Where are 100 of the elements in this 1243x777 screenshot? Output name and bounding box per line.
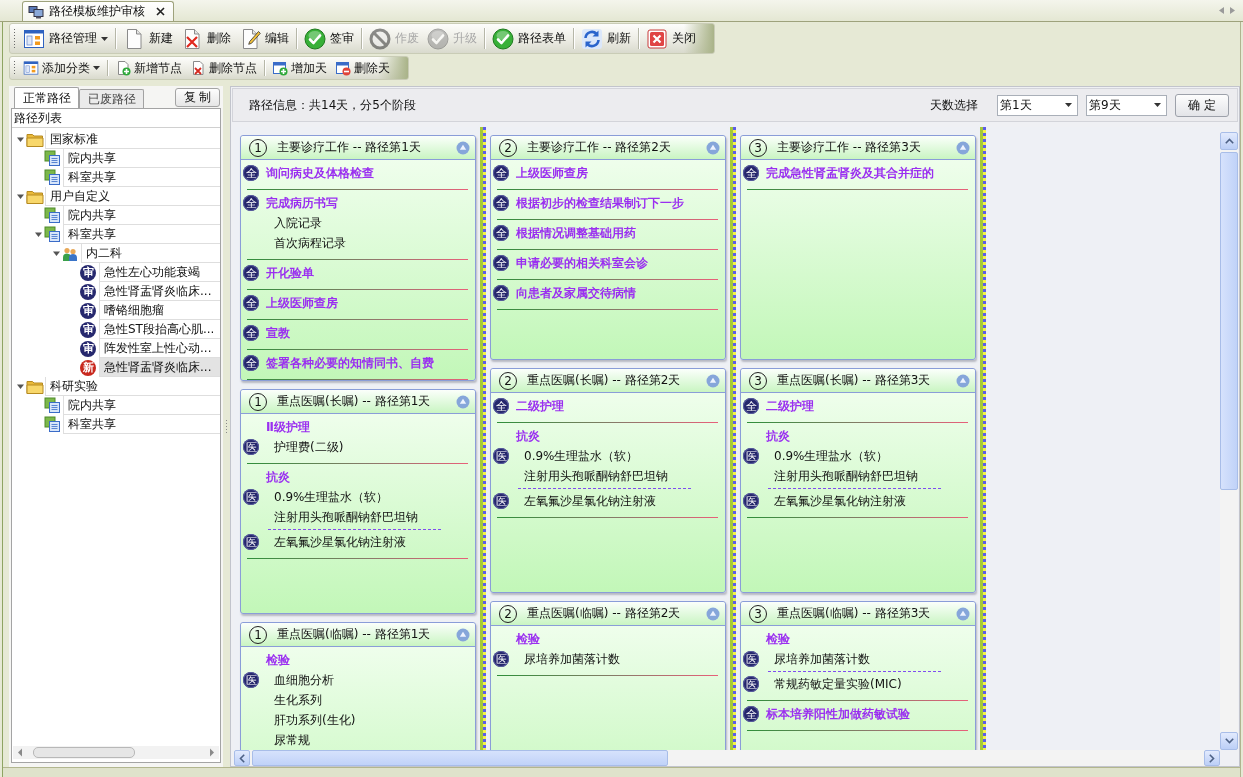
- path-summary: 路径信息：共14天，分5个阶段: [249, 96, 416, 114]
- copy-button[interactable]: 复 制: [175, 88, 220, 107]
- toolbar-button[interactable]: 删除节点: [186, 57, 261, 79]
- order-item: 左氧氟沙星氯化钠注射液: [774, 493, 906, 510]
- tree-item[interactable]: 内二科: [81, 244, 220, 263]
- scroll-thumb[interactable]: [252, 750, 668, 766]
- task-title: 完成病历书写: [266, 194, 338, 212]
- toolbar-button[interactable]: 刷新: [577, 24, 635, 53]
- tree-item[interactable]: 嗜铬细胞瘤: [99, 301, 220, 320]
- scroll-up-button[interactable]: [1220, 132, 1238, 150]
- scroll-left-icon[interactable]: [1219, 7, 1224, 14]
- toolbar-button[interactable]: 删除天: [331, 57, 394, 79]
- task-title: 询问病史及体格检查: [266, 164, 374, 182]
- toolbar-button[interactable]: 路径表单: [488, 24, 570, 53]
- scroll-right-button[interactable]: [1204, 750, 1220, 766]
- menu-button[interactable]: 路径管理: [19, 24, 112, 53]
- collapse-icon[interactable]: [456, 627, 470, 642]
- order-item: 注射用头孢哌酮钠舒巴坦钠: [524, 468, 668, 485]
- toolbar-button[interactable]: 编辑: [235, 24, 293, 53]
- collapse-icon[interactable]: [706, 140, 720, 155]
- window-plus-icon: [272, 60, 288, 76]
- scroll-left-button[interactable]: [234, 750, 250, 766]
- tree-item[interactable]: 科室共享: [63, 415, 220, 434]
- tree-item[interactable]: 国家标准: [45, 130, 220, 149]
- order-item: 0.9%生理盐水（软）: [274, 489, 390, 506]
- collapse-icon[interactable]: [456, 394, 470, 409]
- tree-item[interactable]: 急性肾盂肾炎临床...: [99, 358, 220, 377]
- toolbar-button[interactable]: 新建: [119, 24, 177, 53]
- toolbar-button[interactable]: 关闭: [642, 24, 700, 53]
- tree-item[interactable]: 急性左心功能衰竭: [99, 263, 220, 282]
- task-title: 完成急性肾盂肾炎及其合并症的: [766, 164, 934, 182]
- menu-button[interactable]: 添加分类: [19, 57, 104, 79]
- caret-down-icon[interactable]: [15, 382, 25, 391]
- card-title: 重点医嘱(长嘱) -- 路径第3天: [777, 372, 931, 389]
- order-item: 常规药敏定量实验(MIC): [774, 676, 902, 693]
- collapse-icon[interactable]: [706, 373, 720, 388]
- tree-header: 路径列表: [12, 109, 220, 128]
- scroll-down-button[interactable]: [1220, 732, 1238, 750]
- task-badge: 全: [243, 355, 259, 371]
- tree-item[interactable]: 用户自定义: [45, 187, 220, 206]
- document-tab[interactable]: 路径模板维护审核: [22, 1, 174, 21]
- scroll-right-icon[interactable]: [209, 748, 215, 757]
- status-badge: 审: [80, 340, 96, 357]
- collapse-icon[interactable]: [956, 606, 970, 621]
- toolbar-button[interactable]: 增加天: [268, 57, 331, 79]
- caret-down-icon: [1154, 103, 1161, 107]
- order-badge: 医: [243, 534, 259, 550]
- order-category: 抗炎: [515, 428, 541, 445]
- scroll-thumb[interactable]: [33, 747, 135, 758]
- task-title: 根据情况调整基础用药: [516, 224, 636, 242]
- order-item: 尿培养加菌落计数: [524, 651, 620, 668]
- check-circle-icon: [492, 27, 514, 50]
- caret-down-icon[interactable]: [15, 192, 25, 201]
- vertical-scrollbar[interactable]: [1220, 132, 1238, 750]
- panel-tab[interactable]: 正常路径: [14, 87, 79, 108]
- computer-icon: [28, 4, 44, 19]
- collapse-icon[interactable]: [456, 140, 470, 155]
- order-item: 血细胞分析: [274, 672, 335, 689]
- tree-item[interactable]: 科研实验: [45, 377, 220, 396]
- toolbar-button[interactable]: 新增节点: [111, 57, 186, 79]
- tree-item[interactable]: 急性肾盂肾炎临床...: [99, 282, 220, 301]
- task-title: 宣教: [266, 324, 290, 342]
- caret-down-icon[interactable]: [33, 230, 43, 239]
- scroll-right-icon[interactable]: [1230, 7, 1235, 14]
- task-badge: 全: [243, 195, 259, 211]
- caret-down-icon: [1065, 103, 1072, 107]
- documents-icon: [44, 397, 61, 414]
- tree-item[interactable]: 院内共享: [63, 149, 220, 168]
- task-badge: 全: [493, 398, 509, 414]
- close-icon[interactable]: [156, 7, 165, 16]
- toolbar-grip[interactable]: [13, 28, 16, 49]
- task-badge: 全: [493, 255, 509, 271]
- caret-down-icon[interactable]: [15, 135, 25, 144]
- toolbar-grip[interactable]: [13, 60, 16, 76]
- confirm-button[interactable]: 确 定: [1175, 93, 1229, 117]
- panel-icon: [23, 60, 39, 76]
- horizontal-scrollbar[interactable]: [234, 750, 1220, 766]
- order-item: 注射用头孢哌酮钠舒巴坦钠: [774, 468, 918, 485]
- scroll-left-icon[interactable]: [17, 748, 23, 757]
- start-day-select[interactable]: 第1天: [997, 94, 1078, 116]
- order-badge: 医: [243, 489, 259, 505]
- toolbar-button[interactable]: 签审: [300, 24, 358, 53]
- card-title: 重点医嘱(临嘱) -- 路径第2天: [527, 605, 681, 622]
- panel-tab[interactable]: 已废路径: [79, 89, 144, 108]
- horizontal-scrollbar[interactable]: [13, 746, 219, 759]
- tree-item[interactable]: 科室共享: [63, 225, 220, 244]
- scroll-thumb[interactable]: [1220, 152, 1238, 490]
- tree-item[interactable]: 院内共享: [63, 206, 220, 225]
- end-day-select[interactable]: 第9天: [1086, 94, 1167, 116]
- status-badge: 审: [80, 264, 96, 281]
- toolbar-button[interactable]: 删除: [177, 24, 235, 53]
- order-item: 生化系列: [274, 692, 323, 709]
- tree-item[interactable]: 科室共享: [63, 168, 220, 187]
- collapse-icon[interactable]: [956, 373, 970, 388]
- caret-down-icon[interactable]: [51, 249, 61, 258]
- tree-item[interactable]: 急性ST段抬高心肌...: [99, 320, 220, 339]
- tree-item[interactable]: 院内共享: [63, 396, 220, 415]
- collapse-icon[interactable]: [706, 606, 720, 621]
- task-badge: 全: [493, 195, 509, 211]
- collapse-icon[interactable]: [956, 140, 970, 155]
